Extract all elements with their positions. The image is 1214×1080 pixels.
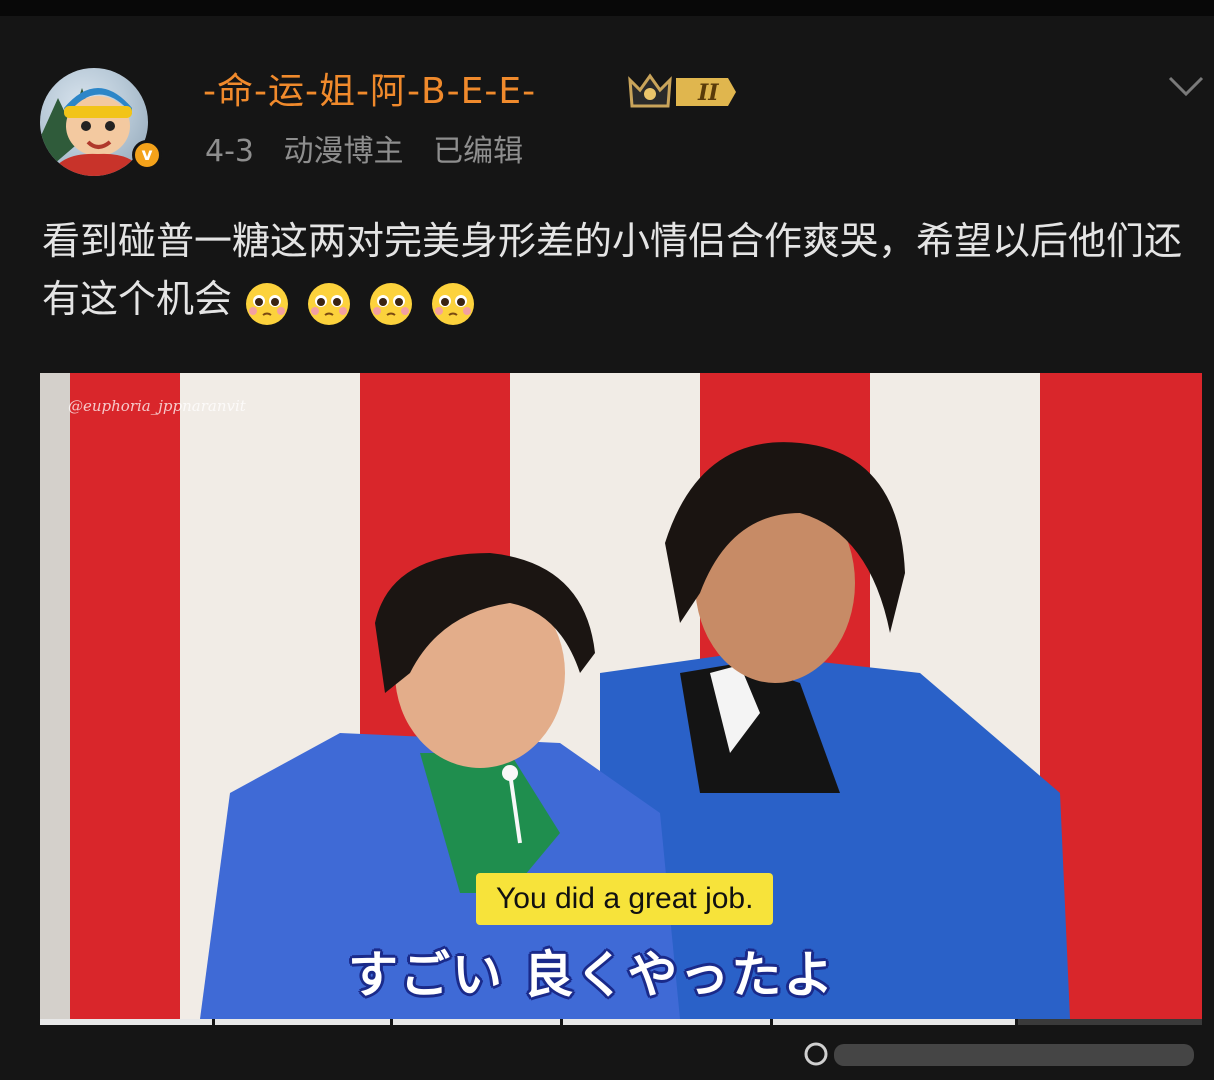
subtitle-japanese: すごい 良くやったよ (348, 946, 836, 1004)
post-video[interactable]: @euphoria_jppnaranvit You did a great jo… (40, 373, 1202, 1019)
pleading-face-emoji-icon (304, 279, 354, 329)
post-meta: 4-3 动漫博主 已编辑 (205, 132, 543, 172)
subtitle-english: You did a great job. (476, 873, 774, 925)
blurred-footer-watermark (800, 1034, 1200, 1074)
progress-segment-divider (770, 1019, 773, 1025)
progress-segment-divider (390, 1019, 393, 1025)
username[interactable]: -命-运-姐-阿-B-E-E- (203, 68, 536, 116)
chevron-down-icon[interactable] (1164, 66, 1208, 106)
user-tag: 动漫博主 (283, 134, 404, 169)
video-progress-fill (40, 1019, 1016, 1025)
post-body: 看到碰普一糖这两对完美身形差的小情侣合作爽哭，希望以后他们还有这个机会 (42, 219, 1183, 321)
status-bar (0, 0, 1214, 16)
badge-level: II (697, 80, 719, 106)
video-progress-bar[interactable] (40, 1019, 1202, 1025)
pleading-face-emoji-icon (242, 279, 292, 329)
pleading-face-emoji-icon (366, 279, 416, 329)
post-text: 看到碰普一糖这两对完美身形差的小情侣合作爽哭，希望以后他们还有这个机会 (42, 212, 1182, 331)
video-watermark: @euphoria_jppnaranvit (68, 397, 246, 415)
pleading-face-emoji-icon (428, 279, 478, 329)
edited-label: 已编辑 (433, 134, 524, 169)
post-date: 4-3 (205, 134, 254, 169)
progress-segment-divider (560, 1019, 563, 1025)
emoji-group (242, 273, 490, 331)
verified-badge-icon: v (132, 140, 162, 170)
user-avatar[interactable]: v (40, 68, 162, 176)
progress-segment-divider (212, 1019, 215, 1025)
progress-segment-divider (1015, 1019, 1018, 1025)
crown-badge-icon[interactable]: II (624, 70, 740, 114)
